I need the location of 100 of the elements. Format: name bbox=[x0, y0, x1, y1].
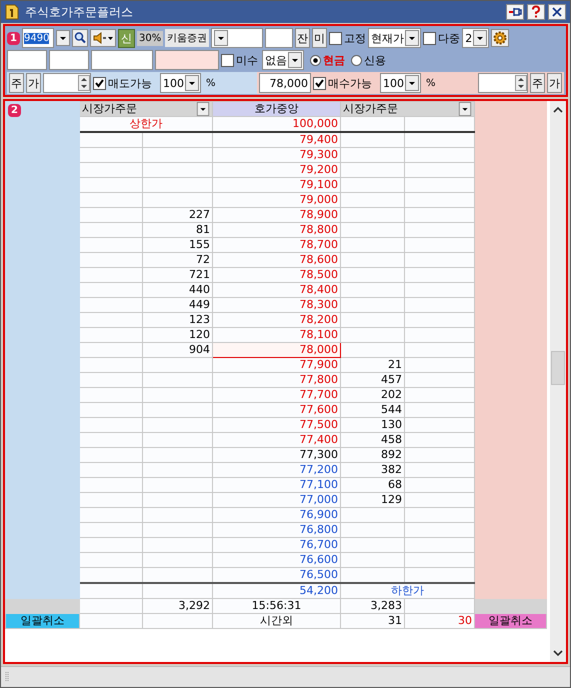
price-cell: 78,300 bbox=[212, 298, 340, 312]
spin-field[interactable] bbox=[478, 73, 528, 93]
quantity-cell: 892 bbox=[340, 448, 404, 462]
limit-label: 상한가 bbox=[80, 116, 212, 132]
input-field[interactable] bbox=[49, 50, 89, 70]
button[interactable]: 미 bbox=[312, 28, 328, 48]
price-cell: 77,900 bbox=[212, 358, 340, 372]
unit-label: % bbox=[206, 78, 216, 88]
price-field[interactable]: 78,000 bbox=[259, 73, 311, 93]
price-cell: 76,600 bbox=[212, 552, 340, 568]
cancel-all-button[interactable]: 일괄취소 bbox=[475, 614, 546, 628]
price-cell: 77,100 bbox=[212, 478, 340, 492]
quantity-cell: 129 bbox=[340, 492, 404, 508]
margin-rate: 30% bbox=[137, 30, 164, 46]
spin-field[interactable] bbox=[43, 73, 91, 93]
quantity-cell: 457 bbox=[340, 372, 404, 388]
dropdown-caret-icon[interactable] bbox=[185, 75, 199, 91]
quantity-cell: 155 bbox=[142, 238, 212, 252]
dropdown-caret-icon[interactable] bbox=[473, 30, 488, 46]
cancel-all-button[interactable]: 일괄취소 bbox=[6, 614, 79, 628]
quantity-cell: 21 bbox=[340, 358, 404, 372]
radio-button[interactable] bbox=[310, 54, 321, 66]
input-field[interactable] bbox=[7, 50, 47, 70]
button[interactable]: 잔 bbox=[295, 28, 310, 48]
speaker-icon[interactable] bbox=[90, 29, 116, 47]
input-field[interactable] bbox=[91, 50, 153, 70]
dropdown-caret-icon[interactable] bbox=[288, 52, 302, 68]
dropdown-caret-icon[interactable] bbox=[196, 102, 210, 116]
checkbox[interactable] bbox=[313, 76, 326, 90]
checkbox-label: 매도가능 bbox=[108, 76, 152, 90]
price-cell: 77,500 bbox=[212, 418, 340, 432]
input-field[interactable] bbox=[265, 28, 294, 48]
scrollbar-thumb[interactable] bbox=[551, 351, 565, 385]
checkbox[interactable] bbox=[329, 32, 342, 44]
scrollbar[interactable] bbox=[550, 101, 566, 662]
section-badge: 2 bbox=[8, 104, 21, 117]
ratio-dropdown[interactable]: 100 bbox=[160, 73, 201, 93]
dropdown-caret-icon[interactable] bbox=[458, 102, 472, 116]
help-icon[interactable] bbox=[527, 4, 545, 20]
price-cell: 77,000 bbox=[212, 492, 340, 508]
button[interactable]: 가 bbox=[547, 73, 562, 93]
checkbox-label: 고정 bbox=[344, 30, 366, 46]
column-header: 호가중앙 bbox=[212, 102, 340, 116]
margin-option-dropdown[interactable]: 없음 bbox=[262, 50, 304, 70]
checkbox-label: 다중 bbox=[438, 30, 460, 46]
checkbox-label: 매수가능 bbox=[328, 76, 372, 90]
price-cell: 76,500 bbox=[212, 568, 340, 583]
dropdown-caret-icon[interactable] bbox=[405, 30, 420, 46]
scroll-down-icon[interactable] bbox=[552, 648, 564, 658]
spin-arrows-icon[interactable] bbox=[78, 75, 90, 91]
document-icon[interactable] bbox=[5, 4, 19, 20]
checkbox[interactable] bbox=[221, 54, 234, 66]
checkbox[interactable] bbox=[423, 32, 436, 44]
price-cell: 78,000 bbox=[212, 342, 340, 358]
pin-icon[interactable] bbox=[506, 4, 524, 20]
total-cell: 3,283 bbox=[340, 598, 404, 614]
price-cell: 76,900 bbox=[212, 508, 340, 522]
spin-arrows-icon[interactable] bbox=[515, 75, 527, 91]
total-cell: 3,292 bbox=[142, 598, 212, 614]
quantity-cell: 68 bbox=[340, 478, 404, 492]
quantity-cell: 130 bbox=[340, 418, 404, 432]
price-cell: 77,800 bbox=[212, 372, 340, 388]
scroll-up-icon[interactable] bbox=[552, 105, 564, 115]
price-cell: 78,200 bbox=[212, 312, 340, 328]
quantity-cell: 120 bbox=[142, 328, 212, 342]
gear-icon[interactable] bbox=[491, 29, 510, 47]
stock-code-field[interactable]: 9490 bbox=[22, 28, 54, 48]
price-type-dropdown[interactable]: 현재가 bbox=[368, 28, 422, 48]
dropdown-caret-icon[interactable] bbox=[214, 30, 228, 46]
quantity-cell: 904 bbox=[142, 342, 212, 358]
price-cell: 76,700 bbox=[212, 538, 340, 552]
button[interactable]: 주 bbox=[530, 73, 545, 93]
dropdown-caret-icon[interactable] bbox=[405, 75, 419, 91]
checkbox[interactable] bbox=[93, 76, 106, 90]
quantity-cell: 544 bbox=[340, 402, 404, 418]
radio-label: 현금 bbox=[323, 52, 345, 68]
quantity-cell: 440 bbox=[142, 282, 212, 298]
button[interactable]: 가 bbox=[26, 73, 41, 93]
price-cell: 79,200 bbox=[212, 162, 340, 178]
close-icon[interactable] bbox=[548, 4, 566, 20]
price-cell: 78,800 bbox=[212, 222, 340, 238]
search-icon[interactable] bbox=[72, 29, 88, 47]
price-cell: 77,600 bbox=[212, 402, 340, 418]
button[interactable]: 주 bbox=[9, 73, 24, 93]
quantity-cell: 123 bbox=[142, 312, 212, 328]
price-cell: 78,400 bbox=[212, 282, 340, 298]
session-cell: 시간외 bbox=[212, 614, 340, 628]
count-dropdown[interactable]: 2 bbox=[462, 28, 490, 48]
price-cell: 79,400 bbox=[212, 132, 340, 148]
radio-button[interactable] bbox=[351, 54, 362, 66]
column-header: 시장가주문 bbox=[340, 102, 474, 116]
ratio-dropdown[interactable]: 100 bbox=[380, 73, 421, 93]
dropdown-caret-icon[interactable] bbox=[56, 30, 70, 46]
price-cell: 77,700 bbox=[212, 388, 340, 402]
window-title: 주식호가주문플러스 bbox=[25, 4, 133, 20]
input-field[interactable] bbox=[155, 50, 219, 70]
quantity-cell: 202 bbox=[340, 388, 404, 402]
grip-icon[interactable] bbox=[5, 671, 9, 683]
time-cell: 15:56:31 bbox=[212, 598, 340, 614]
price-cell: 54,200 bbox=[212, 583, 340, 598]
